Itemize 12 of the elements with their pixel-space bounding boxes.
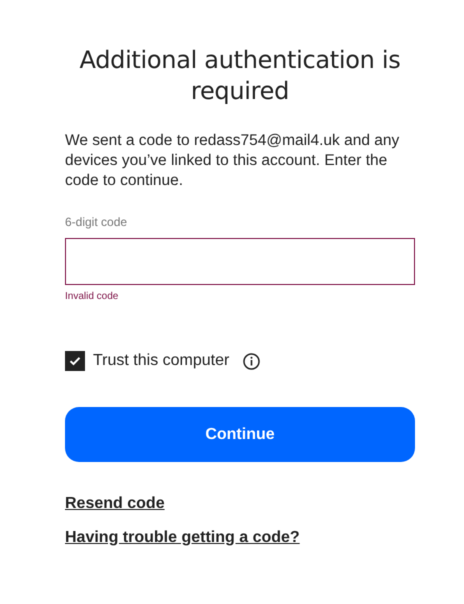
error-message: Invalid code (65, 291, 118, 302)
checkbox-label: Trust this computer (93, 352, 230, 370)
continue-button[interactable]: Continue (65, 407, 415, 462)
link[interactable]: Having trouble getting a code? (65, 529, 300, 547)
checkbox[interactable] (65, 351, 85, 371)
link[interactable]: Resend code (65, 495, 165, 513)
check-icon (69, 356, 81, 366)
field-label: 6-digit code (65, 215, 128, 229)
code-input-field[interactable] (65, 238, 415, 285)
description: We sent a code to redass754@mail4.uk and any devices you’ve linked to this account. Enter the code to continue. (65, 131, 400, 191)
info-icon[interactable] (243, 352, 260, 370)
page-title: Additional authentication is required (78, 45, 402, 107)
